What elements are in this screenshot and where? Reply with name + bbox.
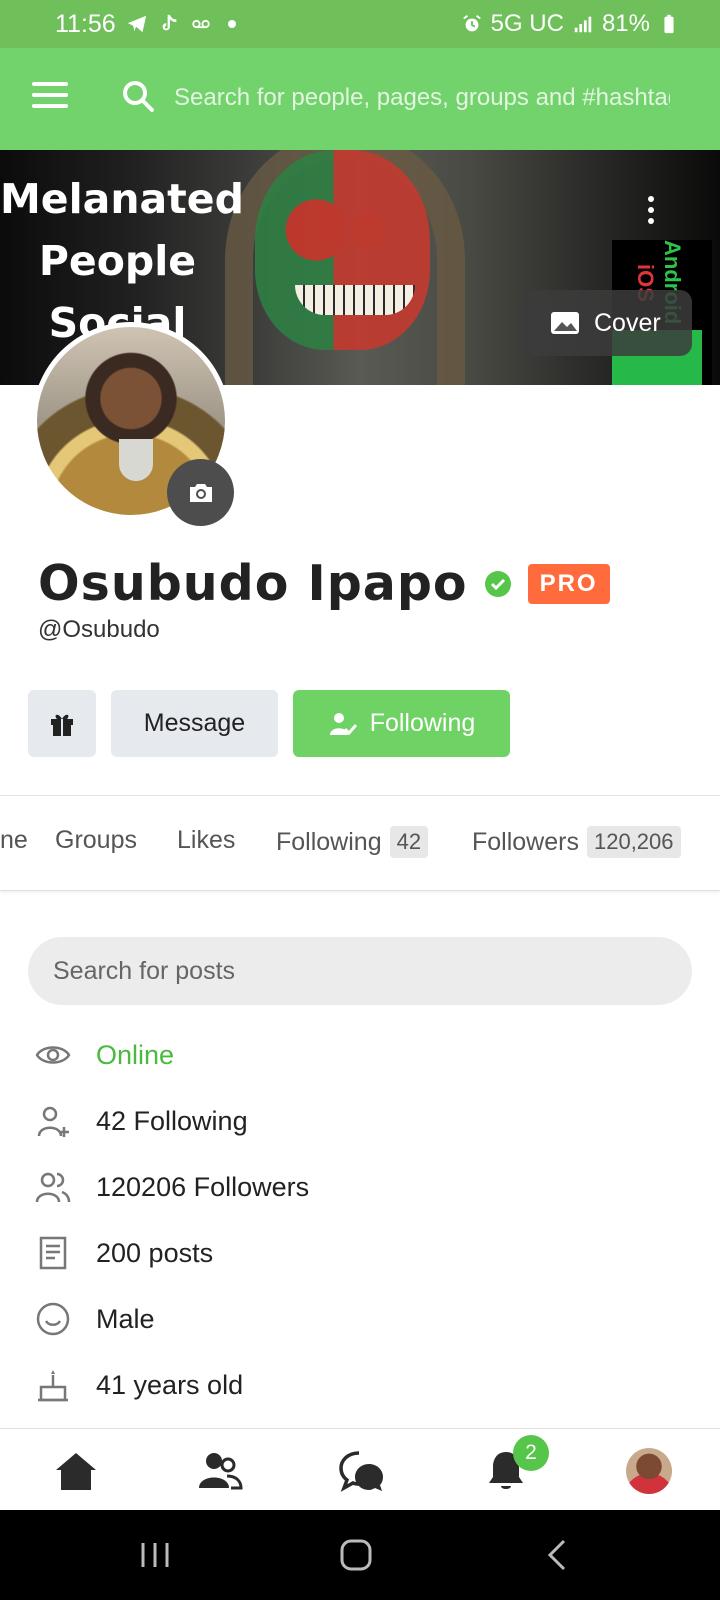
tab-label: ne: [0, 826, 28, 854]
global-search-input[interactable]: [172, 78, 672, 118]
tab-label: Following: [276, 827, 382, 856]
tab-likes[interactable]: Likes: [177, 826, 235, 855]
camera-icon: [189, 483, 212, 502]
eye-icon: [34, 1036, 72, 1074]
cake-icon: [34, 1366, 72, 1404]
change-cover-button[interactable]: Cover: [520, 290, 692, 356]
home-button-icon[interactable]: [336, 1535, 376, 1575]
user-check-icon: [329, 712, 357, 735]
chat-icon[interactable]: [338, 1447, 386, 1495]
status-bar: 11:56 5G UC 81%: [0, 0, 720, 48]
more-options-icon[interactable]: [645, 196, 657, 226]
change-avatar-button[interactable]: [167, 459, 234, 526]
verified-icon: [484, 570, 511, 597]
profile-username: @Osubudo: [38, 616, 160, 643]
telegram-icon: [127, 15, 146, 33]
posts-count-text: 200 posts: [96, 1237, 214, 1268]
info-posts: 200 posts: [34, 1234, 213, 1272]
voicemail-icon: [192, 19, 210, 29]
tab-partial[interactable]: ne: [0, 826, 28, 855]
network-label: 5G UC: [490, 10, 564, 37]
users-icon: [34, 1168, 72, 1206]
cover-teeth-shape: [295, 285, 415, 315]
gift-icon: [51, 714, 73, 736]
gender-text: Male: [96, 1303, 155, 1334]
home-icon[interactable]: [52, 1447, 100, 1495]
post-search-input[interactable]: [28, 937, 692, 1005]
tab-label: Followers: [472, 827, 579, 856]
friends-icon[interactable]: [196, 1447, 244, 1495]
tab-label: Likes: [177, 826, 236, 854]
image-icon: [551, 312, 579, 334]
nav-avatar[interactable]: [626, 1448, 672, 1494]
signal-icon: [574, 16, 592, 33]
bottom-nav: [0, 1428, 720, 1510]
battery-percent: 81%: [601, 10, 650, 37]
cover-button-label: Cover: [594, 308, 661, 337]
cover-title-line: People: [38, 237, 197, 285]
following-count-text: 42 Following: [96, 1105, 248, 1136]
user-plus-icon: [34, 1102, 72, 1140]
following-button-label: Following: [369, 709, 476, 737]
following-button[interactable]: Following: [293, 690, 510, 757]
menu-icon[interactable]: [32, 82, 68, 112]
info-followers: 120206 Followers: [34, 1168, 309, 1206]
back-icon[interactable]: [538, 1535, 578, 1575]
tab-groups[interactable]: Groups: [55, 826, 137, 855]
tiktok-icon: [162, 14, 177, 31]
profile-name-row: Osubudo Ipapo PRO: [38, 555, 610, 612]
info-online: Online: [34, 1036, 174, 1074]
tab-following[interactable]: Following 42: [276, 826, 429, 858]
tab-count: 42: [389, 826, 429, 858]
pro-badge: PRO: [527, 563, 610, 604]
profile-name: Osubudo Ipapo: [38, 555, 468, 612]
recent-apps-icon[interactable]: [135, 1535, 175, 1575]
document-icon: [34, 1234, 72, 1272]
followers-count-text: 120206 Followers: [96, 1171, 310, 1202]
info-following: 42 Following: [34, 1102, 248, 1140]
info-age: 41 years old: [34, 1366, 243, 1404]
online-status-text: Online: [96, 1039, 175, 1070]
info-gender: Male: [34, 1300, 155, 1338]
tab-count: 120,206: [586, 826, 681, 858]
tab-followers[interactable]: Followers 120,206: [472, 826, 681, 858]
cover-mask-shape: [255, 150, 430, 350]
cover-title-line: Melanated: [0, 175, 244, 223]
avatar-beard-shape: [119, 439, 153, 481]
status-time: 11:56: [55, 9, 116, 38]
system-nav-bar: [0, 1510, 720, 1600]
notification-dot-icon: [227, 20, 236, 28]
message-button[interactable]: Message: [111, 690, 278, 757]
app-header: [0, 48, 720, 150]
tab-label: Groups: [55, 826, 137, 854]
profile-tabs: ne Groups Likes Following 42 Followers 120…: [0, 795, 720, 891]
alarm-icon: [462, 15, 481, 32]
battery-icon: [664, 14, 674, 34]
search-icon: [123, 81, 154, 112]
gift-button[interactable]: [28, 690, 96, 757]
age-text: 41 years old: [96, 1369, 244, 1400]
smile-icon: [34, 1300, 72, 1338]
notification-count-badge: 2: [513, 1435, 549, 1471]
